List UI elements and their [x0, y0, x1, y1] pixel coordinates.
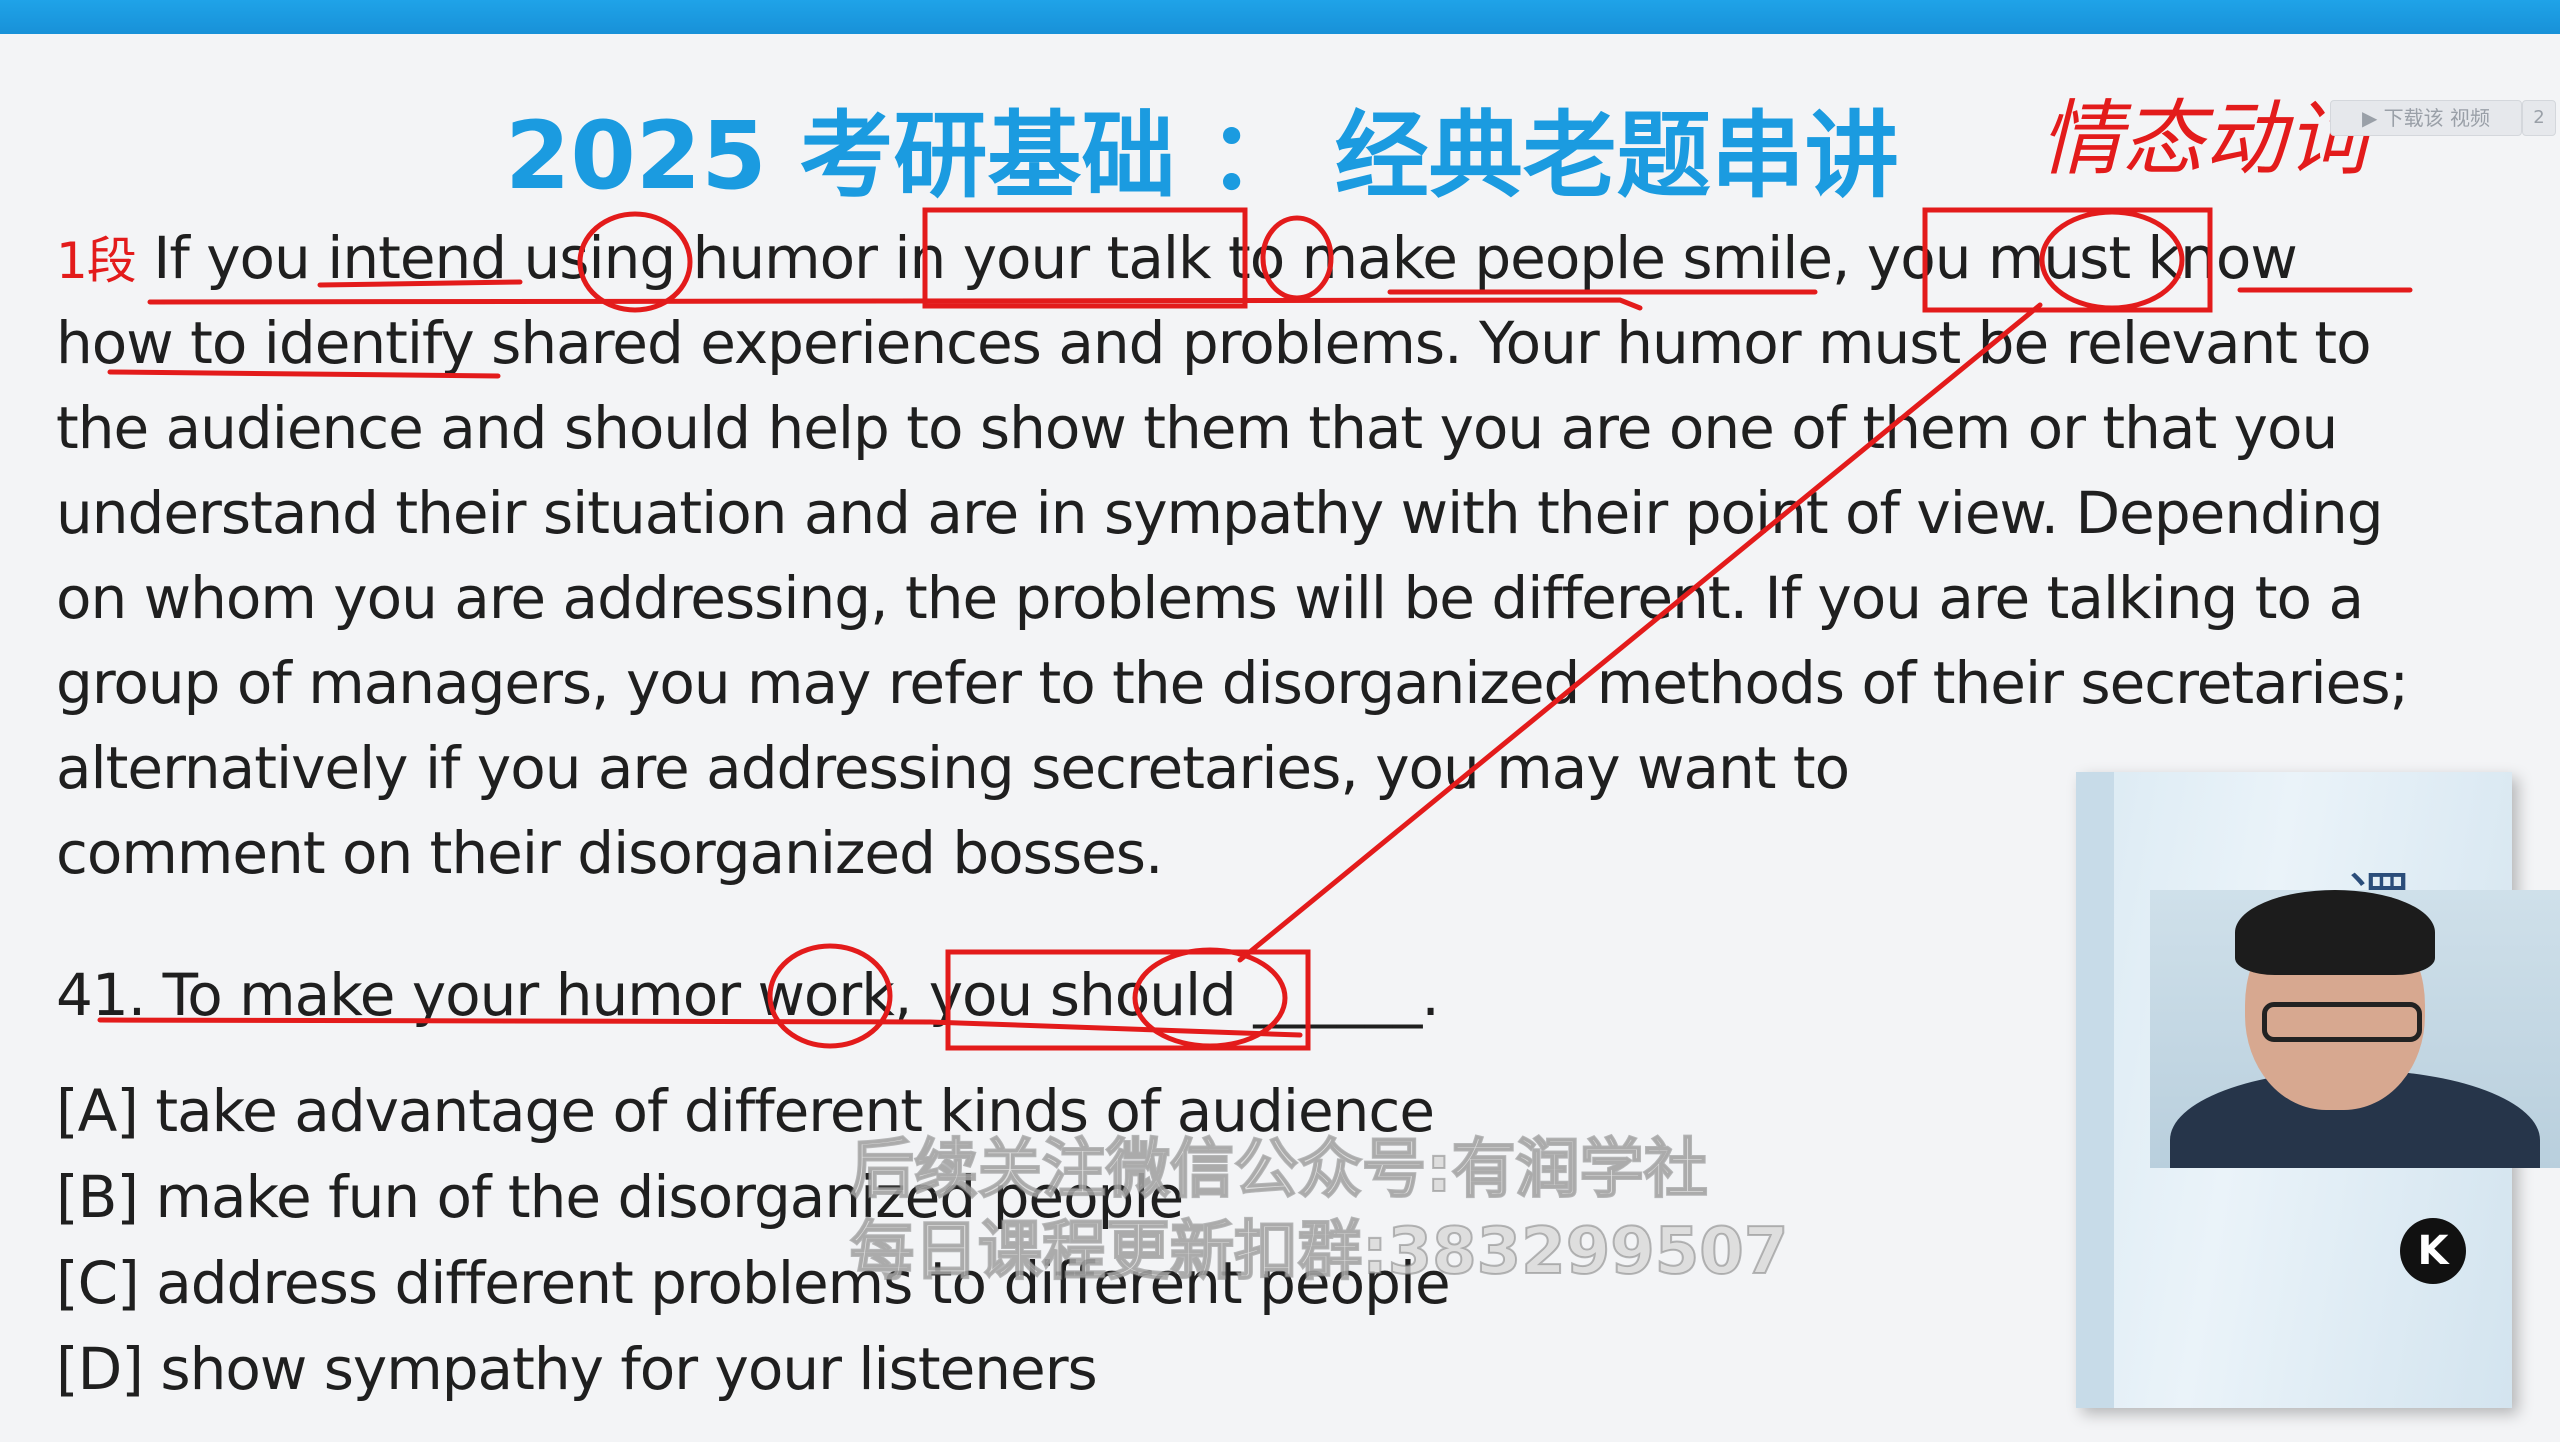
handwritten-note: 情态动词 — [2040, 92, 2368, 187]
passage-line-5: on whom you are addressing, the problems… — [56, 564, 2364, 632]
download-extra-button[interactable]: 2 — [2522, 100, 2556, 136]
passage-line-3: the audience and should help to show the… — [56, 394, 2338, 462]
k-logo-icon: K — [2400, 1218, 2466, 1284]
question-41: 41. To make your humor work, you should … — [56, 961, 1440, 1029]
passage-line-4: understand their situation and are in sy… — [56, 479, 2384, 547]
slide-title: 2025 考研基础 ： 经典老题串讲 — [505, 102, 1899, 211]
passage-text: If you intend using humor in your talk t… — [153, 224, 2298, 292]
presenter-hair — [2235, 890, 2435, 975]
download-video-button[interactable]: ▶ 下载该 视频 — [2330, 100, 2522, 136]
book-spine — [2076, 772, 2114, 1408]
presenter-video — [2150, 890, 2560, 1168]
watermark-line-1: 后续关注微信公众号:有润学社 — [849, 1132, 1709, 1208]
paragraph-marker: 1段 — [56, 232, 137, 290]
passage-line-1: 1段 If you intend using humor in your tal… — [56, 216, 2496, 301]
passage-line-2: how to identify shared experiences and p… — [56, 309, 2372, 377]
passage-line-6: group of managers, you may refer to the … — [56, 649, 2409, 717]
presenter-glasses — [2262, 1002, 2422, 1042]
watermark-line-2: 每日课程更新扣群:383299507 — [849, 1214, 1789, 1290]
option-d: [D] show sympathy for your listeners — [56, 1335, 1098, 1403]
top-bar — [0, 0, 2560, 34]
